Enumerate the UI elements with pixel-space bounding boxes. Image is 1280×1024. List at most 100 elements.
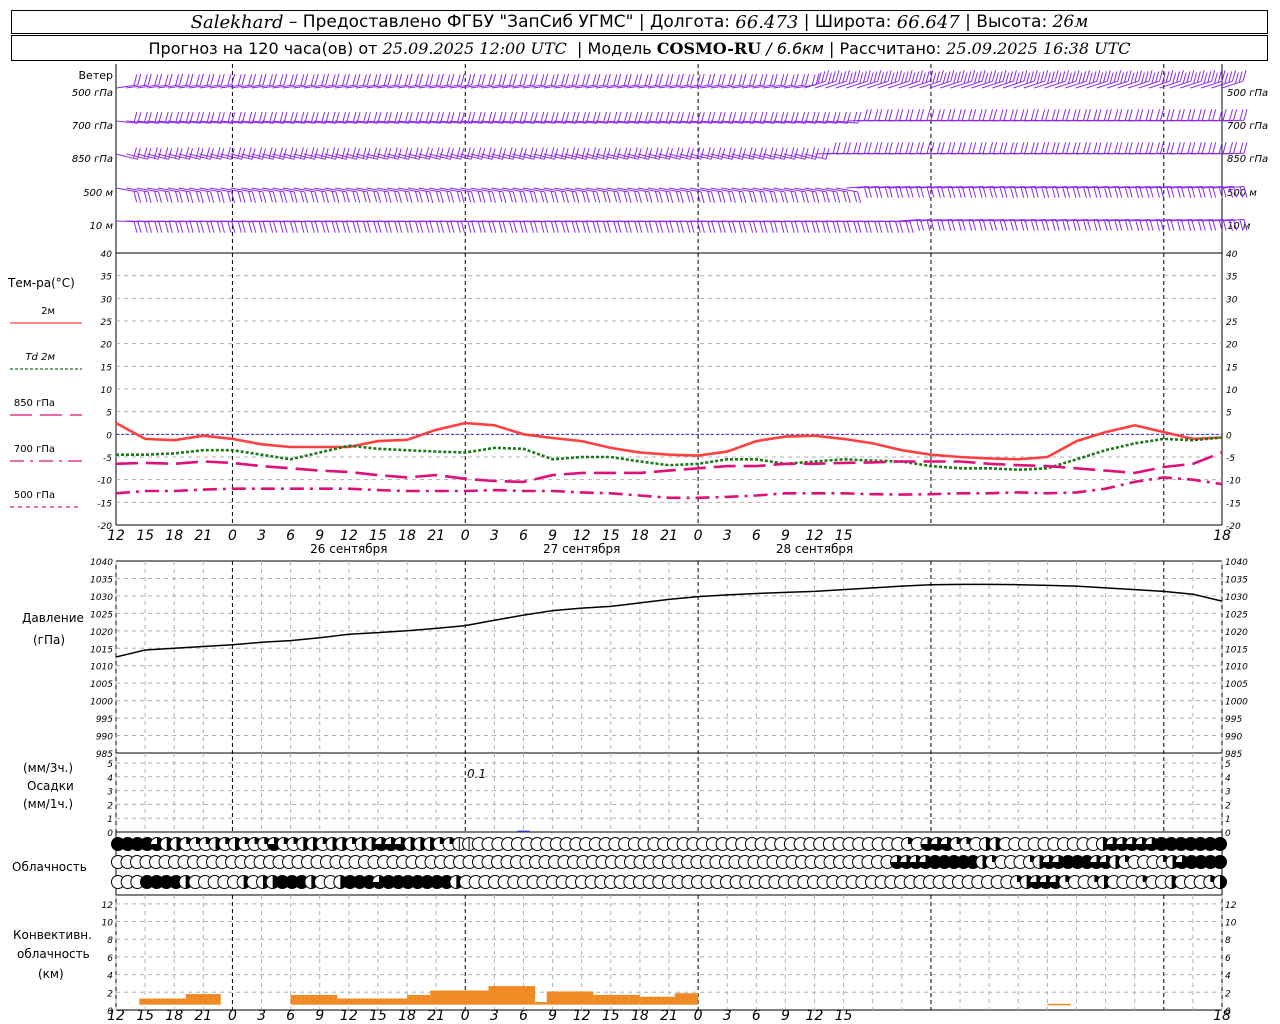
wind-barb-flag [429, 191, 434, 203]
wind-barb-flag [1120, 72, 1125, 84]
wind-barb-flag [998, 71, 1003, 83]
wind-barb-flag [763, 221, 768, 233]
wind-barb-flag [832, 221, 837, 233]
wind-barb-flag [178, 191, 183, 203]
wind-barb-flag [529, 74, 534, 86]
wind-barb-flag [429, 221, 434, 233]
wind-barb-flag [957, 109, 962, 121]
wind-barb-flag [940, 109, 945, 121]
wind-barb-flag [179, 73, 184, 86]
wind-barb-flag [571, 111, 576, 124]
wind-barb-flag [852, 71, 857, 83]
wind-barb-flag [498, 221, 503, 233]
wind-barb-flag [227, 190, 232, 203]
wind-barb-flag [957, 186, 962, 198]
wind-barb-flag [195, 74, 200, 86]
wind-barb-flag [1099, 72, 1104, 84]
wind-barb-flag [883, 71, 888, 83]
wind-barb-flag [571, 74, 576, 86]
wind-barb-flag [909, 142, 914, 154]
wind-barb-flag [398, 73, 403, 86]
wind-barb-flag [700, 73, 705, 86]
wind-barb-flag [575, 221, 580, 233]
wind-barb-flag [1109, 72, 1114, 84]
wind-barb-flag [908, 70, 913, 82]
wind-barb-flag [1138, 70, 1143, 82]
wind-barb-flag [273, 221, 278, 233]
wind-barb-flag [916, 109, 921, 121]
wind-barb-flag [773, 191, 778, 203]
wind-barb-flag [533, 221, 538, 233]
wind-barb-flag [888, 142, 893, 154]
temp-y-tick: 0 [106, 431, 112, 441]
wind-barb-flag [471, 191, 476, 203]
wind-barb-flag [1082, 109, 1087, 121]
wind-barb-flag [554, 191, 559, 203]
wind-barb-flag [440, 221, 445, 233]
wind-barb-flag [1003, 109, 1008, 121]
wind-barb-flag [895, 186, 900, 198]
wind-barb-flag [325, 73, 330, 86]
wind-barb-flag [1135, 186, 1140, 198]
wind-barb-flag [554, 221, 559, 233]
wind-barb-flag [216, 221, 221, 233]
x-tick-label-bottom: 21 [427, 1008, 445, 1024]
cloud-fill [1213, 837, 1227, 851]
wind-barb-flag [481, 221, 486, 233]
wind-barb [1002, 70, 1028, 89]
wind-barb-flag [874, 109, 879, 121]
pressure-y-tick-right: 1030 [1225, 593, 1248, 603]
wind-barb-flag [289, 190, 294, 203]
wind-barb-flag [252, 221, 257, 233]
wind-barb-flag [1051, 219, 1056, 231]
wind-barb [887, 70, 913, 89]
wind-barb-flag [471, 221, 476, 233]
wind-barb-flag [759, 190, 764, 203]
wind-barb-flag [748, 74, 753, 86]
wind-barb-flag [602, 190, 607, 203]
wind-barb-flag [196, 221, 201, 233]
wind-barb [115, 147, 141, 160]
x-tick-label: 0 [228, 528, 237, 544]
wind-level-label: 500 м [83, 188, 113, 199]
wind-barb-flag [1026, 72, 1031, 84]
wind-barb-flag [957, 142, 962, 154]
wind-barb-flag [1034, 142, 1039, 154]
wind-barb-flag [686, 74, 691, 86]
wind-barb-flag [561, 74, 566, 86]
wind-barb-flag [404, 190, 409, 203]
wind-barb-flag [294, 221, 298, 233]
wind-barb-flag [963, 72, 968, 84]
temp-y-tick-right: 0 [1226, 431, 1232, 441]
conv-cloud-bar [488, 986, 536, 1005]
wind-barb-flag [1200, 70, 1205, 82]
wind-barb-flag [1024, 109, 1029, 121]
wind-barb-flag [1187, 186, 1192, 198]
wind-barb-flag [481, 73, 486, 86]
wind-barb-flag [1196, 71, 1201, 83]
wind-barb-flag [1217, 71, 1222, 83]
wind-barb-flag [227, 221, 232, 233]
pressure-y-tick: 1025 [90, 610, 113, 620]
wind-barb-flag [498, 111, 503, 124]
wind-barb-flag [279, 74, 284, 86]
wind-barb-flag [717, 74, 722, 86]
wind-barb-flag [519, 74, 524, 86]
wind-barb-flag [989, 186, 994, 198]
wind-barb-flag [418, 191, 423, 203]
pressure-panel-unit: (гПа) [33, 633, 65, 647]
wind-barb-flag [456, 74, 461, 86]
wind-barb-flag [909, 109, 914, 121]
wind-barb-flag [1197, 142, 1202, 154]
wind-barb-flag [804, 191, 809, 203]
wind-barb-flag [1061, 71, 1066, 83]
wind-barb-flag [915, 71, 920, 83]
wind-barb-flag [550, 74, 555, 86]
wind-barb-flag [1041, 186, 1046, 198]
wind-level-label-right: 700 гПа [1227, 121, 1268, 132]
wind-barb-flag [769, 190, 774, 203]
wind-barb-flag [1207, 71, 1212, 83]
wind-barb [1096, 70, 1122, 89]
wind-barb-flag [1085, 70, 1090, 82]
wind-barb-flag [1086, 142, 1091, 154]
